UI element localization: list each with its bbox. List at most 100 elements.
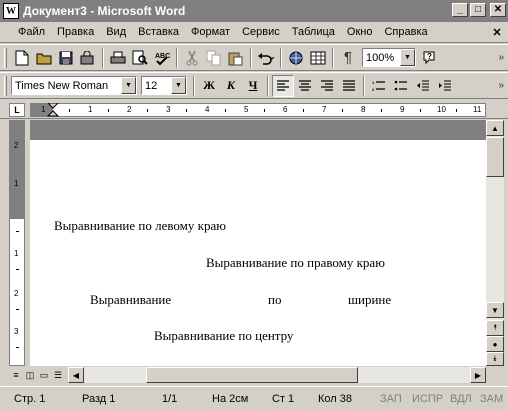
status-overtype[interactable]: ЗАМ [480,391,503,407]
browse-object-icon[interactable]: ● [486,336,504,352]
paragraph-centered[interactable]: Выравнивание по центру [154,328,293,344]
vruler-number: 1 [14,179,19,188]
font-size: 12 [145,79,158,92]
status-extend[interactable]: ВДЛ [450,391,472,407]
cut-icon[interactable] [181,47,203,69]
paragraph-left-aligned[interactable]: Выравнивание по левому краю [54,218,226,234]
print-layout-icon[interactable]: ▭ [38,368,50,382]
tab-selector[interactable]: L [9,103,25,117]
maximize-button[interactable]: □ [470,3,486,17]
print-preview-icon[interactable] [129,47,151,69]
toolbar-options-icon[interactable]: » [498,80,504,91]
align-left-icon[interactable] [272,74,294,97]
increase-indent-icon[interactable] [434,75,456,97]
ruler-number: 5 [244,105,249,114]
toolbar-separator [250,47,252,68]
save-icon[interactable] [55,47,77,69]
ruler-tick [225,109,226,112]
horizontal-scroll-thumb[interactable] [146,367,358,383]
toolbar-grip[interactable] [4,75,7,96]
paragraph-justified-word[interactable]: по [268,292,281,308]
outline-view-icon[interactable]: ☰ [52,368,64,382]
document-page[interactable]: Выравнивание по левому краю Выравнивание… [30,120,486,366]
vruler-number: 2 [14,141,19,150]
paragraph-right-aligned[interactable]: Выравнивание по правому краю [206,255,385,271]
undo-icon[interactable] [255,47,277,69]
menu-file[interactable]: Файл [0,26,51,38]
horizontal-scrollbar[interactable]: ◀ ▶ [68,367,486,383]
toolbar-separator [332,47,334,68]
chevron-down-icon[interactable]: ▼ [121,77,136,94]
vertical-scroll-thumb[interactable] [486,137,504,177]
chevron-down-icon[interactable]: ▼ [400,49,415,66]
normal-view-icon[interactable]: ≡ [10,368,22,382]
ruler-tick [456,109,457,112]
vruler-tick [16,231,19,232]
scroll-left-icon[interactable]: ◀ [68,367,84,383]
word-app-icon: W [3,3,19,19]
vertical-ruler[interactable]: 2 1 1 2 3 [9,120,25,366]
close-document-button[interactable]: ✕ [490,26,504,39]
scroll-right-icon[interactable]: ▶ [470,367,486,383]
bold-button[interactable]: Ж [198,75,220,97]
paste-icon[interactable] [225,47,247,69]
menu-view[interactable]: Вид [100,26,132,38]
menu-tools[interactable]: Сервис [236,26,286,38]
horizontal-ruler[interactable]: 1 1 2 3 4 5 6 7 8 9 10 11 [30,103,486,117]
close-button[interactable]: ✕ [490,3,506,17]
paragraph-justified-word[interactable]: ширине [348,292,391,308]
align-right-icon[interactable] [316,75,338,97]
menu-window[interactable]: Окно [341,26,379,38]
vertical-scrollbar[interactable]: ▲ ▼ ⯭ ● ⯯ [486,120,504,366]
align-center-icon[interactable] [294,75,316,97]
menu-table[interactable]: Таблица [286,26,341,38]
paragraph-justified-word[interactable]: Выравнивание [90,292,171,308]
menu-insert[interactable]: Вставка [132,26,185,38]
copy-icon[interactable] [203,47,225,69]
toolbar-options-icon[interactable]: » [498,52,504,63]
status-bar: Стр. 1 Разд 1 1/1 На 2см Ст 1 Кол 38 ЗАП… [0,386,508,410]
spelling-icon[interactable]: ABC [151,47,173,69]
decrease-indent-icon[interactable] [412,75,434,97]
menu-format[interactable]: Формат [185,26,236,38]
status-pages: 1/1 [162,393,178,405]
svg-text:2: 2 [372,87,375,92]
numbering-icon[interactable]: 12 [368,75,390,97]
formatting-toolbar: Times New Roman ▼ 12 ▼ Ж К Ч 12 » [0,72,508,99]
permission-icon[interactable] [77,47,99,69]
chevron-down-icon[interactable]: ▼ [171,77,186,94]
status-column: Кол 38 [318,393,352,405]
toolbar-grip[interactable] [4,47,7,68]
minimize-button[interactable]: _ [452,3,468,17]
scroll-down-icon[interactable]: ▼ [486,302,504,318]
menu-help[interactable]: Справка [378,26,433,38]
help-icon[interactable]: ? [420,47,442,69]
justify-icon[interactable] [338,75,360,97]
status-record[interactable]: ЗАП [380,391,402,407]
indent-marker-icon[interactable] [47,103,59,117]
show-hide-icon[interactable]: ¶ [337,47,359,69]
print-icon[interactable] [107,47,129,69]
toolbar-separator [102,47,104,68]
scroll-up-icon[interactable]: ▲ [486,120,504,136]
hyperlink-icon[interactable] [285,47,307,69]
font-combo[interactable]: Times New Roman ▼ [11,76,137,95]
ruler-number: 9 [400,105,405,114]
web-view-icon[interactable]: ◫ [24,368,36,382]
vruler-number: 1 [14,249,19,258]
next-page-icon[interactable]: ⯯ [486,352,504,366]
bullets-icon[interactable] [390,75,412,97]
new-icon[interactable] [11,47,33,69]
underline-button[interactable]: Ч [242,75,264,97]
svg-text:1: 1 [372,80,375,85]
tables-borders-icon[interactable] [307,47,329,69]
vruler-tick [16,309,19,310]
previous-page-icon[interactable]: ⯭ [486,320,504,336]
italic-button[interactable]: К [220,75,242,97]
open-icon[interactable] [33,47,55,69]
font-size-combo[interactable]: 12 ▼ [141,76,187,95]
vruler-number: 2 [14,289,19,298]
menu-edit[interactable]: Правка [51,26,100,38]
status-track[interactable]: ИСПР [412,391,443,407]
zoom-combo[interactable]: 100% ▼ [362,48,416,67]
